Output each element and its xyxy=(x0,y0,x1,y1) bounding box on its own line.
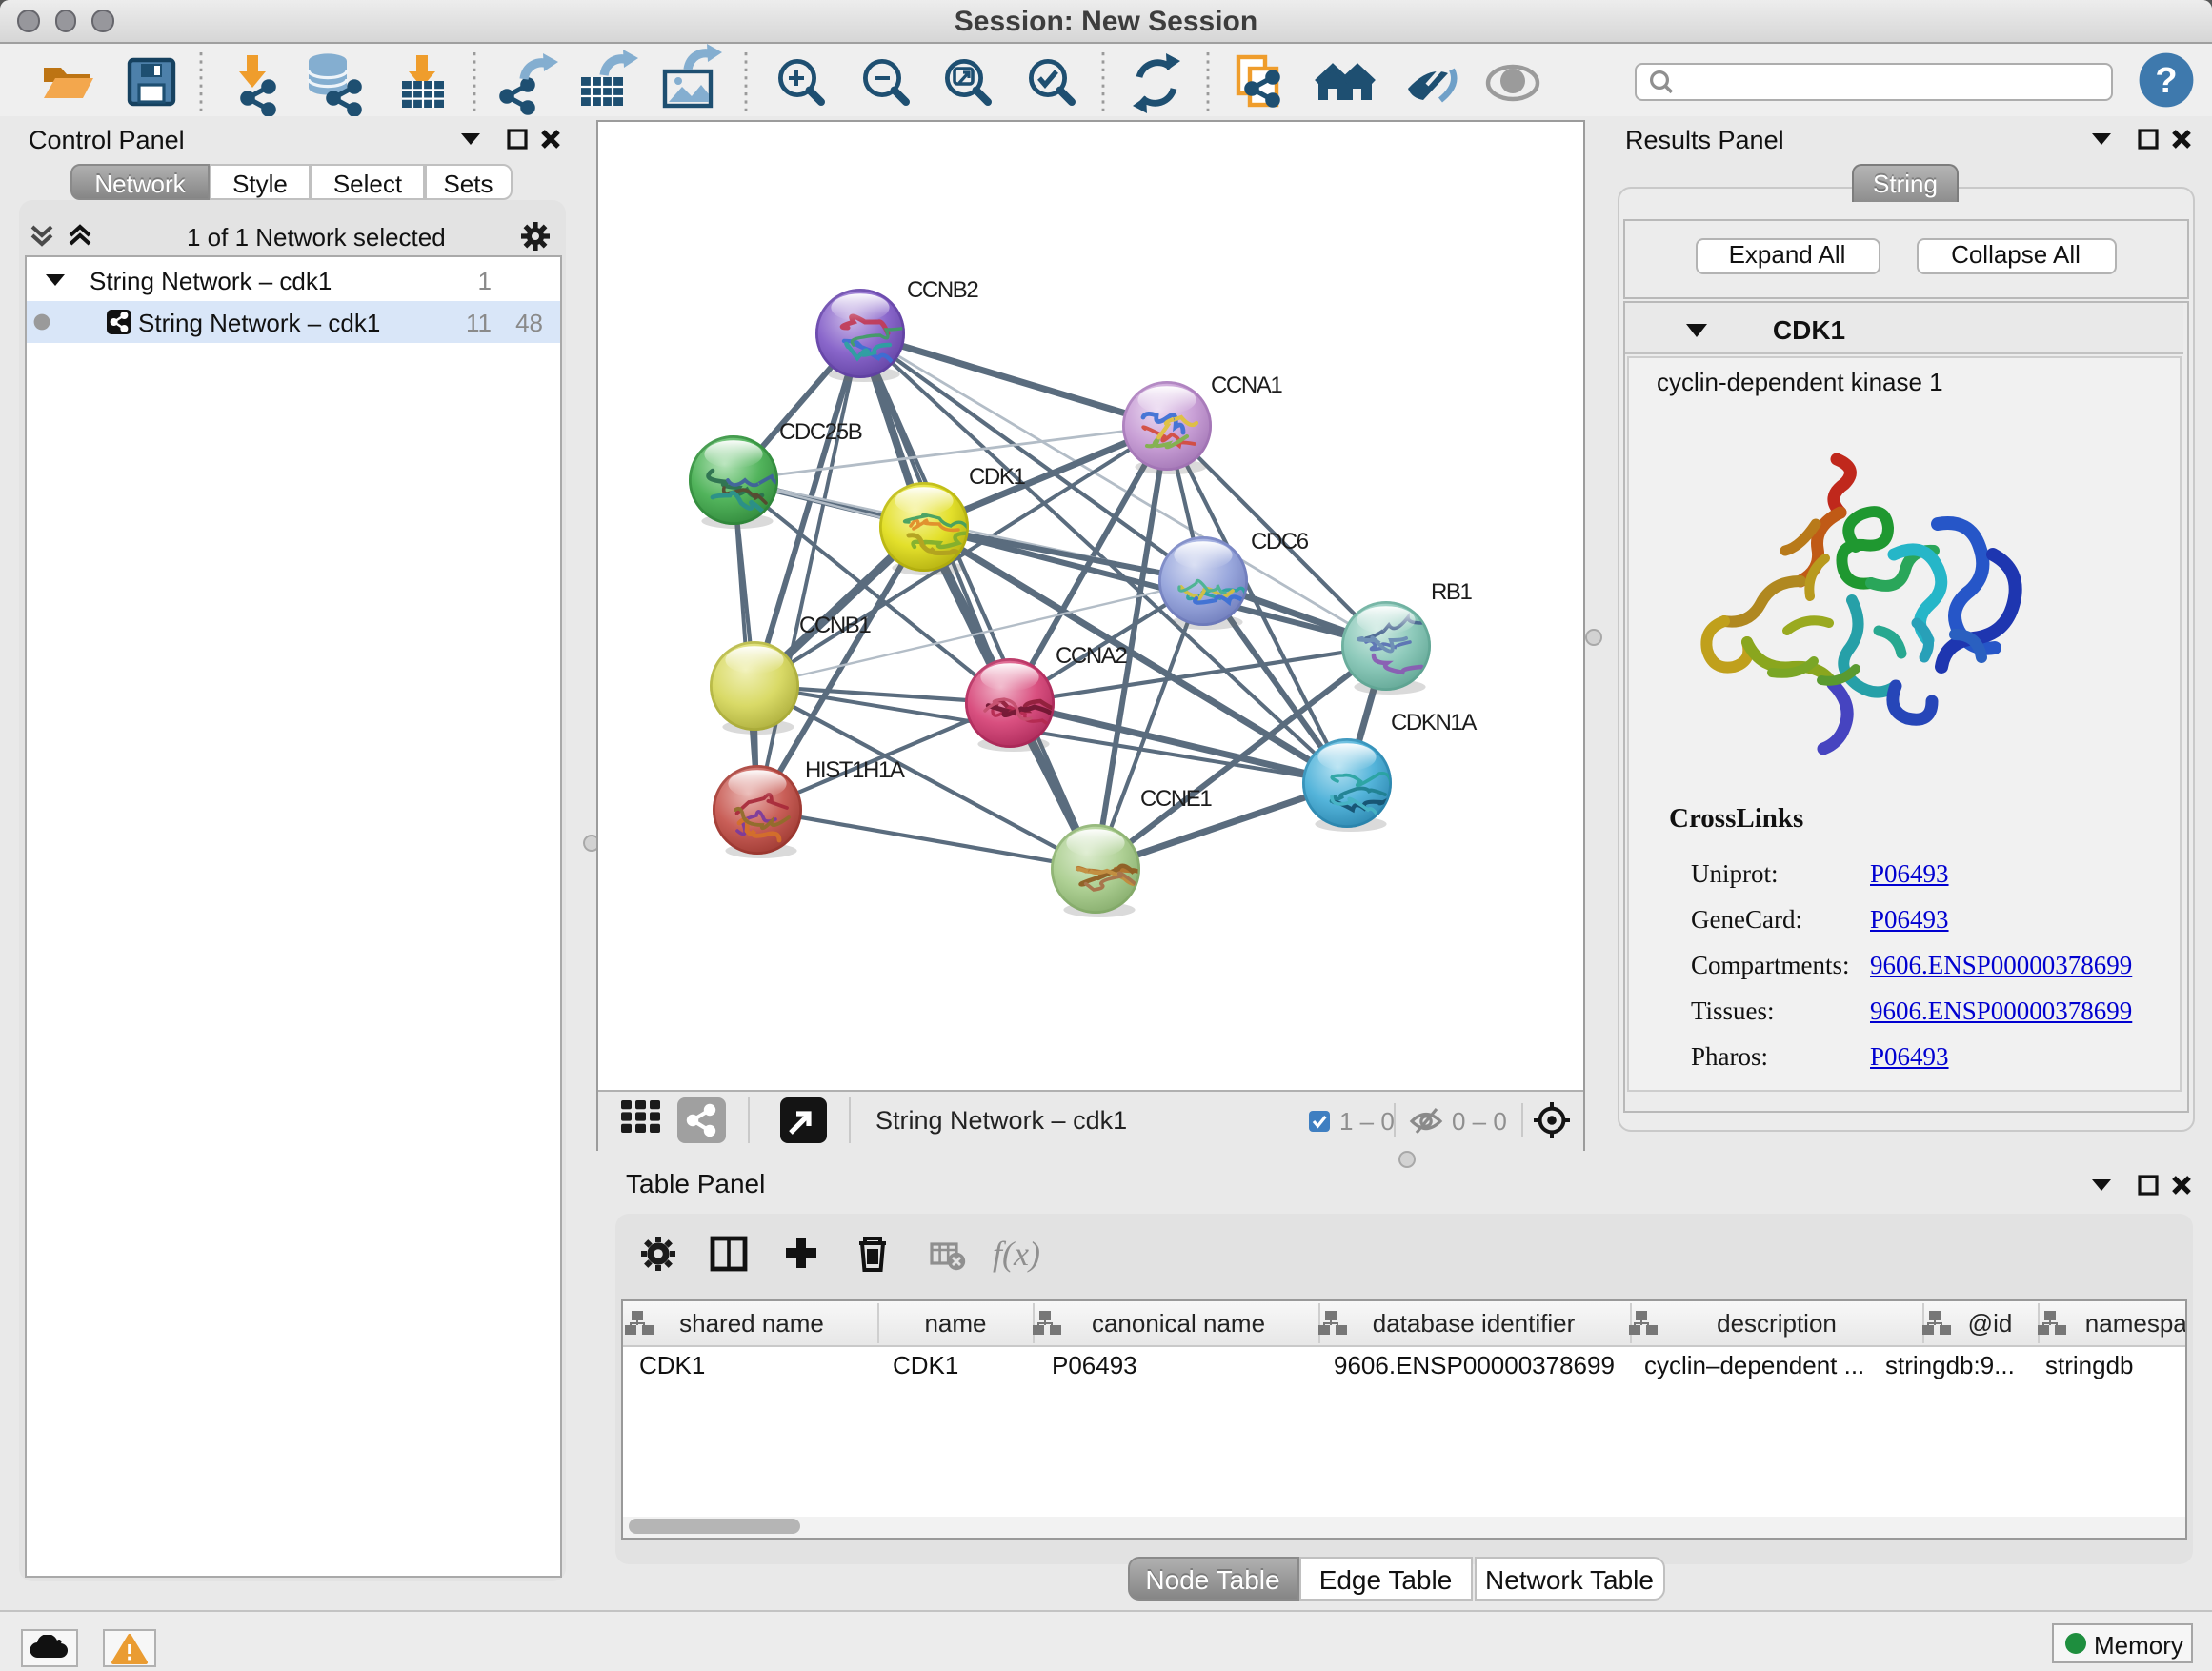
svg-text:database identifier: database identifier xyxy=(1372,1308,1575,1337)
svg-text:@id: @id xyxy=(1967,1308,2012,1337)
svg-text:CCNB2: CCNB2 xyxy=(906,276,977,302)
svg-text:CCNE1: CCNE1 xyxy=(1139,785,1211,811)
svg-text:CDKN1A: CDKN1A xyxy=(1390,709,1476,735)
svg-text:CDC6: CDC6 xyxy=(1250,528,1308,554)
svg-text:namespace: namespace xyxy=(2084,1308,2184,1337)
svg-text:CDK1: CDK1 xyxy=(968,463,1024,489)
svg-text:CDC25B: CDC25B xyxy=(778,418,861,444)
svg-text:name: name xyxy=(923,1308,985,1337)
svg-text:description: description xyxy=(1716,1308,1836,1337)
svg-text:CCNA2: CCNA2 xyxy=(1055,642,1126,668)
svg-text:String Network – cdk1: String Network – cdk1 xyxy=(875,1105,1126,1134)
svg-text:0 – 0: 0 – 0 xyxy=(1451,1106,1506,1135)
svg-text:HIST1H1A: HIST1H1A xyxy=(804,756,904,782)
svg-text:shared name: shared name xyxy=(678,1308,823,1337)
svg-text:CCNA1: CCNA1 xyxy=(1210,372,1281,397)
svg-text:canonical name: canonical name xyxy=(1091,1308,1264,1337)
svg-text:CCNB1: CCNB1 xyxy=(798,612,870,637)
svg-text:1 – 0: 1 – 0 xyxy=(1338,1106,1394,1135)
svg-text:RB1: RB1 xyxy=(1430,578,1472,604)
svg-text:f(x): f(x) xyxy=(993,1234,1040,1272)
svg-text:?: ? xyxy=(2155,60,2177,100)
